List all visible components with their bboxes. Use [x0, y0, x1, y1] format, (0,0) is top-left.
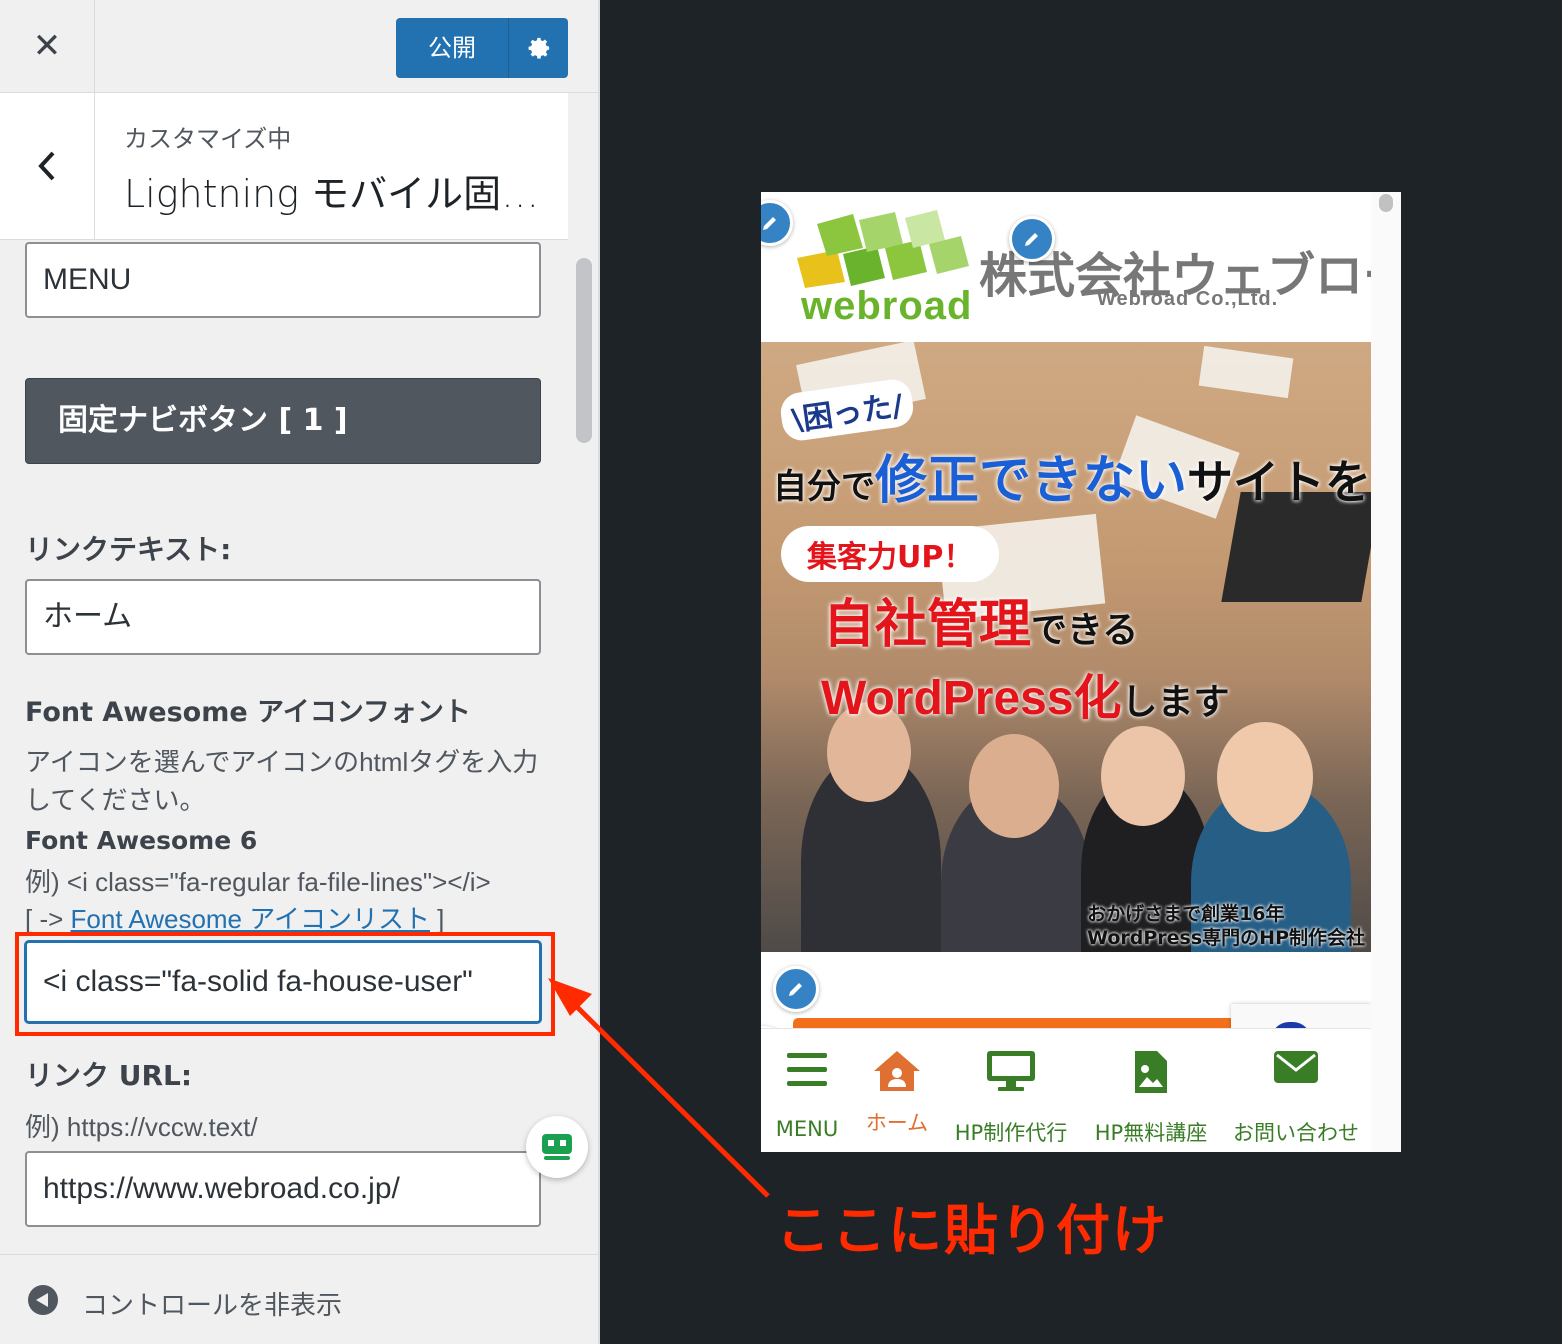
annotation-arrow	[548, 978, 770, 1198]
annotation-text: ここに貼り付け	[776, 1199, 1168, 1262]
